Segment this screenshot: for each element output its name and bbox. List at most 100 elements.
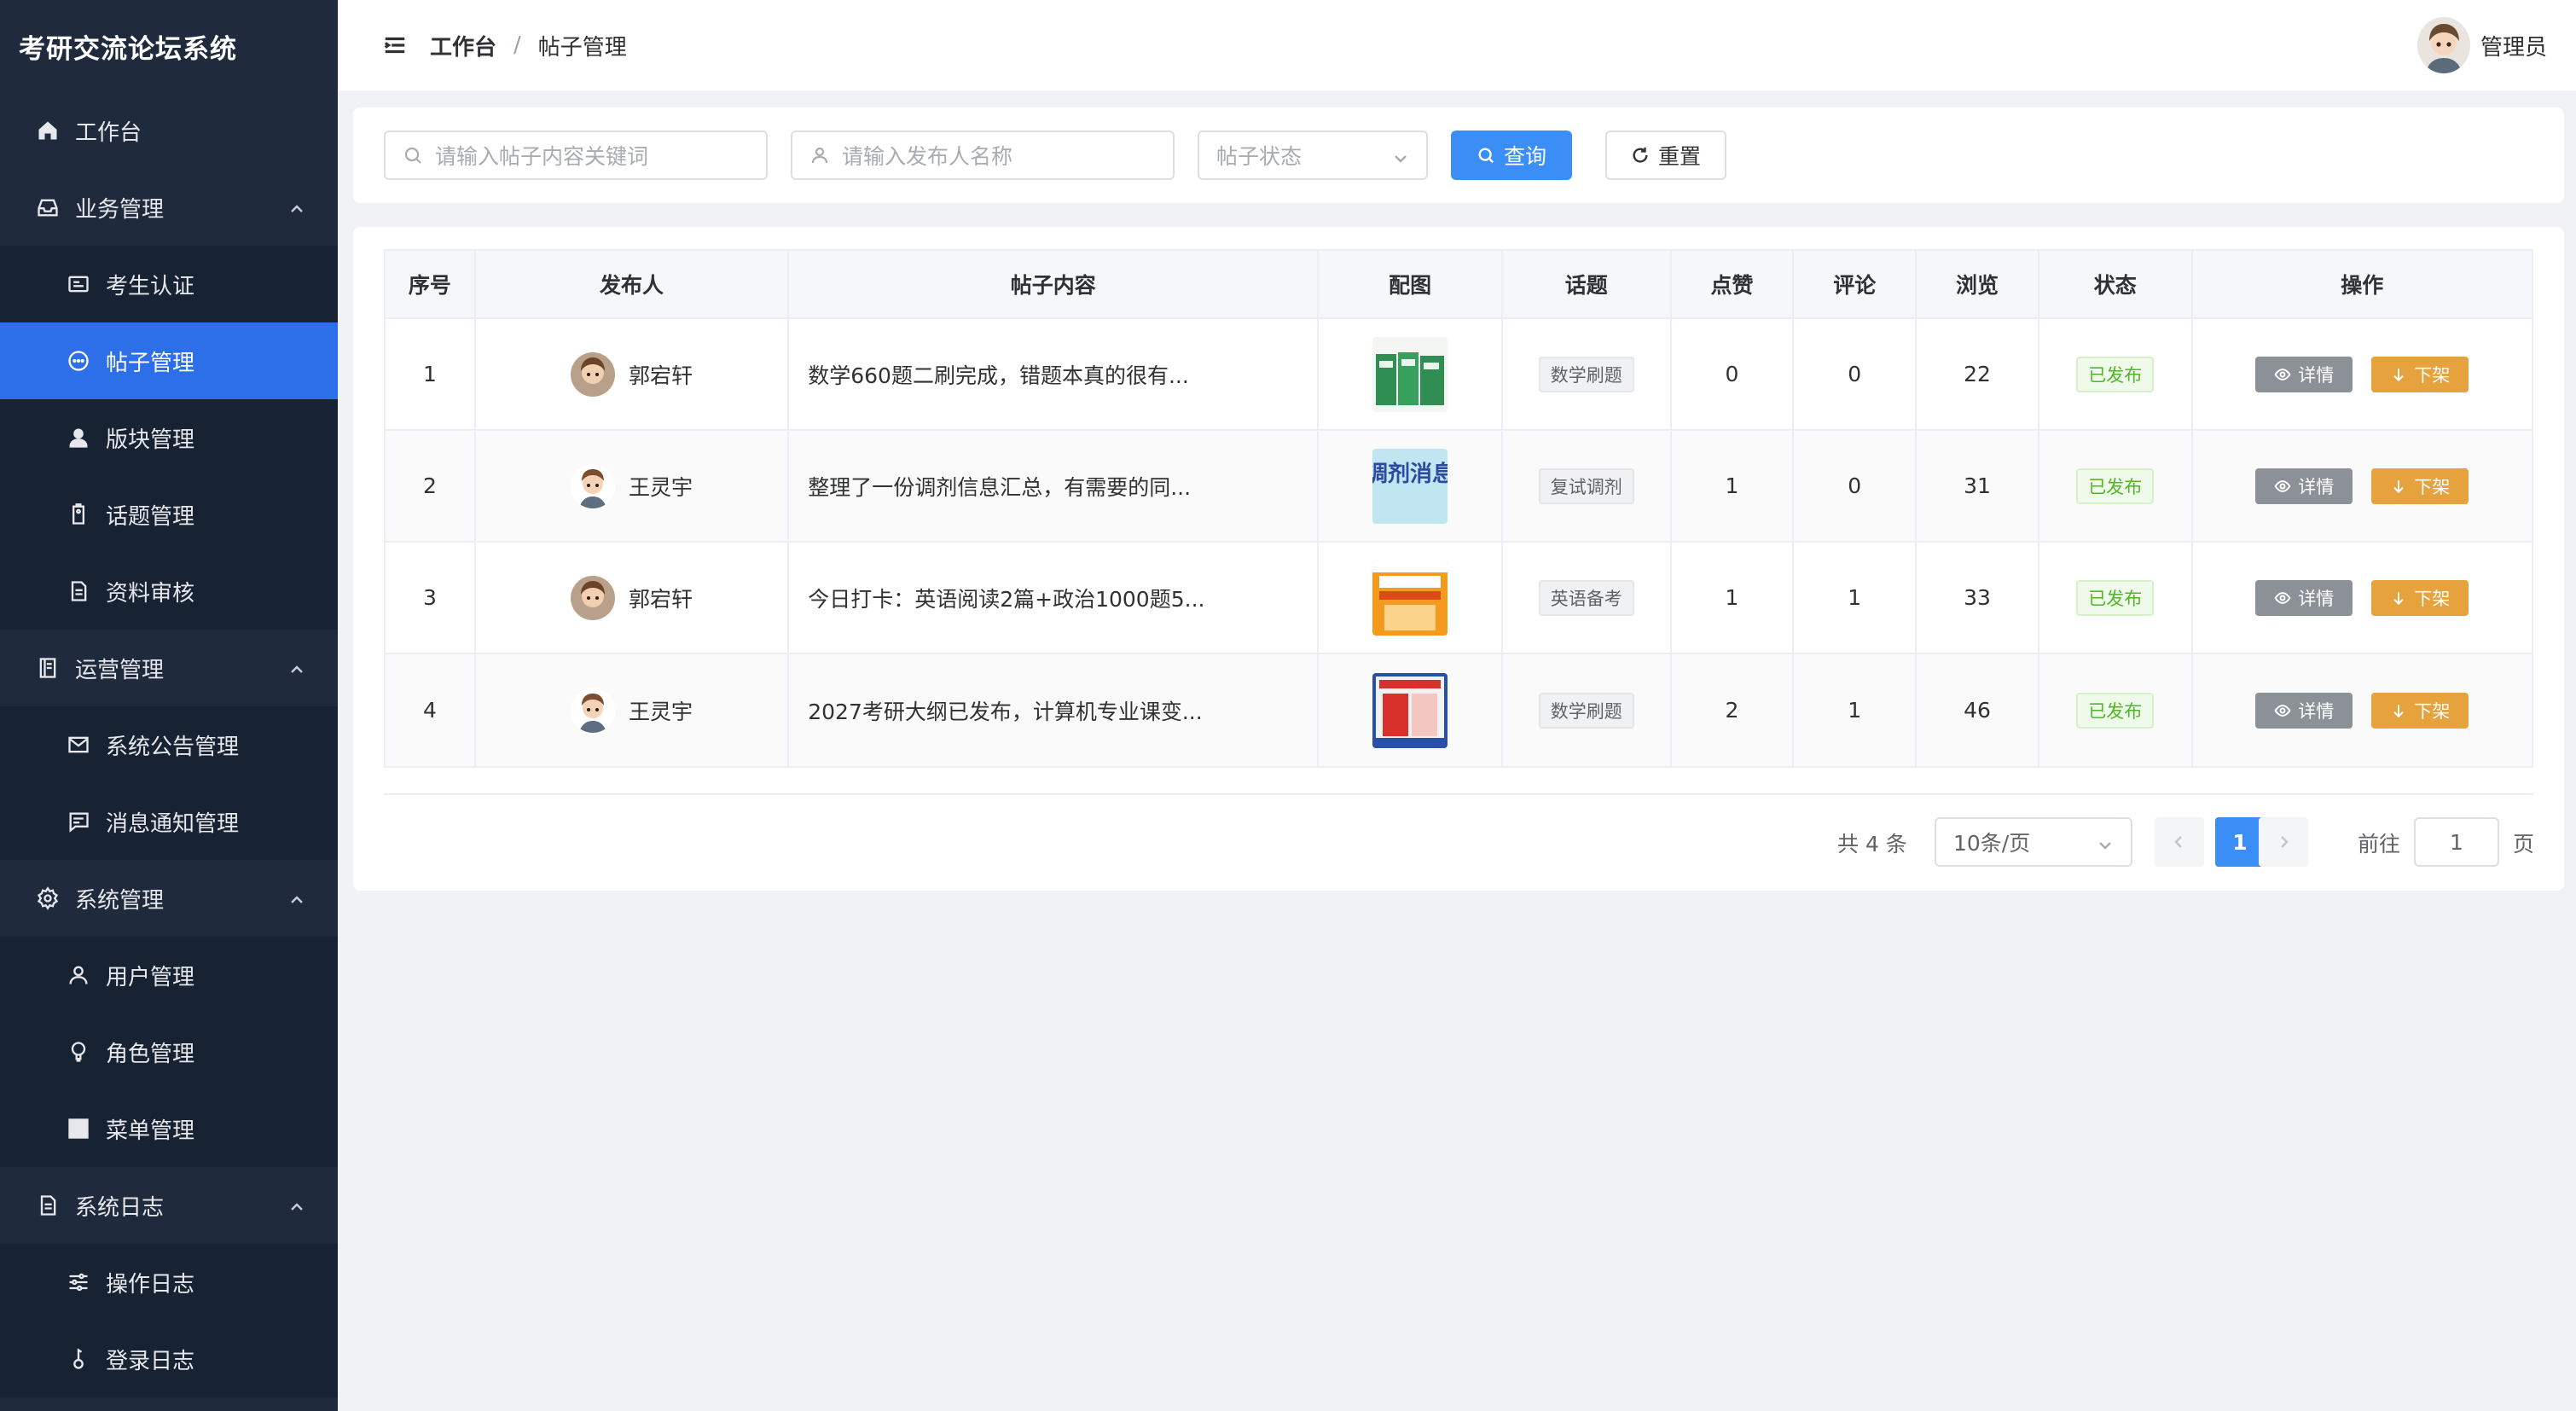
breadcrumb-home[interactable]: 工作台 (430, 30, 496, 61)
topic-cell: 复试调剂 (1503, 431, 1672, 541)
page-suffix: 页 (2513, 832, 2535, 856)
sidebar-group-operations[interactable]: 运营管理 (0, 630, 338, 706)
offline-button[interactable]: 下架 (2371, 467, 2469, 504)
post-thumbnail[interactable] (1372, 672, 1448, 748)
table-header-row: 序号 发布人 帖子内容 配图 话题 点赞 评论 浏览 状态 操作 (386, 251, 2532, 319)
column-header: 话题 (1503, 251, 1672, 317)
topic-tag: 英语备考 (1538, 579, 1634, 616)
user-icon (811, 147, 828, 164)
views-count: 33 (1917, 543, 2039, 653)
topic-cell: 英语备考 (1503, 543, 1672, 653)
post-thumbnail[interactable]: 调剂消息 (1372, 448, 1448, 524)
sidebar-item-menus[interactable]: 菜单管理 (0, 1090, 338, 1167)
table-row: 4 王灵宇 2027考研大纲已发布，计算机专业课变... 数学刷题 2 1 46… (386, 654, 2532, 766)
status-select[interactable]: 帖子状态 (1198, 131, 1428, 180)
publisher-cell: 王灵宇 (476, 654, 790, 766)
post-thumbnail[interactable] (1372, 336, 1448, 412)
chevron-left-icon (2174, 836, 2182, 848)
offline-button-label: 下架 (2414, 364, 2451, 386)
likes-count: 2 (1672, 654, 1795, 766)
sidebar-item-dashboard[interactable]: 工作台 (0, 92, 338, 169)
home-icon (36, 119, 60, 142)
sidebar-item-roles[interactable]: 角色管理 (0, 1013, 338, 1090)
sidebar-item-label: 系统公告管理 (106, 734, 240, 760)
sidebar-item-sections[interactable]: 版块管理 (0, 399, 338, 476)
menu-toggle-icon[interactable] (382, 32, 408, 58)
mail-icon (67, 733, 90, 757)
prev-page-button[interactable] (2155, 817, 2204, 867)
row-index: 1 (386, 319, 476, 429)
sidebar-item-login-logs[interactable]: 登录日志 (0, 1321, 338, 1397)
comments-count: 1 (1794, 543, 1917, 653)
posts-table: 序号 发布人 帖子内容 配图 话题 点赞 评论 浏览 状态 操作 1 郭宕轩 数… (384, 249, 2533, 768)
query-button-label: 查询 (1503, 144, 1546, 169)
sidebar-group-logs[interactable]: 系统日志 (0, 1167, 338, 1244)
likes-count: 1 (1672, 431, 1795, 541)
query-button[interactable]: 查询 (1451, 131, 1572, 180)
publisher-name: 王灵宇 (629, 474, 693, 500)
user-icon (67, 426, 90, 450)
sidebar-item-label: 登录日志 (106, 1348, 195, 1374)
actions-cell: 详情 下架 (2193, 319, 2532, 429)
sliders-icon (67, 1270, 90, 1294)
sidebar-item-candidate-auth[interactable]: 考生认证 (0, 246, 338, 322)
reset-button-label: 重置 (1657, 144, 1701, 169)
detail-button[interactable]: 详情 (2255, 356, 2353, 392)
likes-count: 0 (1672, 319, 1795, 429)
next-page-button[interactable] (2259, 817, 2308, 867)
status-cell: 已发布 (2039, 654, 2193, 766)
keyword-search-input[interactable]: 请输入帖子内容关键词 (384, 131, 768, 180)
reset-button[interactable]: 重置 (1605, 131, 1726, 180)
publisher-cell: 王灵宇 (476, 431, 790, 541)
offline-button[interactable]: 下架 (2371, 356, 2469, 392)
detail-button[interactable]: 详情 (2255, 692, 2353, 729)
publisher-search-input[interactable]: 请输入发布人名称 (791, 131, 1175, 180)
goto-page-input[interactable]: 1 (2414, 817, 2499, 867)
post-thumbnail[interactable] (1372, 560, 1448, 636)
detail-button[interactable]: 详情 (2255, 467, 2353, 504)
column-header: 评论 (1794, 251, 1917, 317)
likes-count: 1 (1672, 543, 1795, 653)
publisher-name: 王灵宇 (629, 699, 693, 724)
chat-icon (67, 349, 90, 373)
actions-cell: 详情 下架 (2193, 431, 2532, 541)
detail-button[interactable]: 详情 (2255, 579, 2353, 616)
publisher-name: 郭宕轩 (629, 363, 693, 388)
sidebar-item-users[interactable]: 用户管理 (0, 937, 338, 1013)
table-row: 3 郭宕轩 今日打卡：英语阅读2篇+政治1000题5... 英语备考 1 1 3… (386, 543, 2532, 654)
eye-icon (2274, 591, 2291, 604)
thumbnail-cell (1319, 319, 1503, 429)
sidebar-item-label: 业务管理 (75, 196, 165, 223)
offline-button[interactable]: 下架 (2371, 579, 2469, 616)
sidebar-item-topics[interactable]: 话题管理 (0, 476, 338, 553)
pagination-divider (384, 793, 2533, 795)
sidebar-item-materials-review[interactable]: 资料审核 (0, 553, 338, 630)
posts-table-panel: 序号 发布人 帖子内容 配图 话题 点赞 评论 浏览 状态 操作 1 郭宕轩 数… (353, 227, 2564, 891)
page-size-select[interactable]: 10条/页 (1935, 817, 2132, 867)
views-count: 22 (1917, 319, 2039, 429)
document-icon (36, 1193, 60, 1217)
sidebar-item-notifications[interactable]: 消息通知管理 (0, 783, 338, 860)
user-menu[interactable]: 管理员 (2416, 17, 2547, 73)
row-index: 3 (386, 543, 476, 653)
sidebar-item-operation-logs[interactable]: 操作日志 (0, 1244, 338, 1321)
top-header: 工作台 / 帖子管理 管理员 (338, 0, 2576, 90)
offline-button[interactable]: 下架 (2371, 692, 2469, 729)
avatar (571, 351, 616, 397)
sidebar-item-label: 操作日志 (106, 1271, 195, 1298)
status-cell: 已发布 (2039, 543, 2193, 653)
sidebar-item-posts[interactable]: 帖子管理 (0, 322, 338, 399)
comments-count: 0 (1794, 431, 1917, 541)
sidebar-item-announcements[interactable]: 系统公告管理 (0, 706, 338, 783)
sidebar-group-system[interactable]: 系统管理 (0, 860, 338, 937)
chevron-down-icon (2097, 834, 2114, 851)
sidebar-group-business[interactable]: 业务管理 (0, 169, 338, 246)
actions-cell: 详情 下架 (2193, 543, 2532, 653)
page-number-current[interactable]: 1 (2215, 817, 2265, 867)
chevron-up-icon (288, 889, 305, 906)
sidebar-item-label: 用户管理 (106, 964, 195, 990)
offline-button-label: 下架 (2414, 588, 2451, 609)
notebook-icon (36, 656, 60, 680)
sidebar-item-label: 版块管理 (106, 427, 195, 453)
chevron-up-icon (288, 659, 305, 676)
